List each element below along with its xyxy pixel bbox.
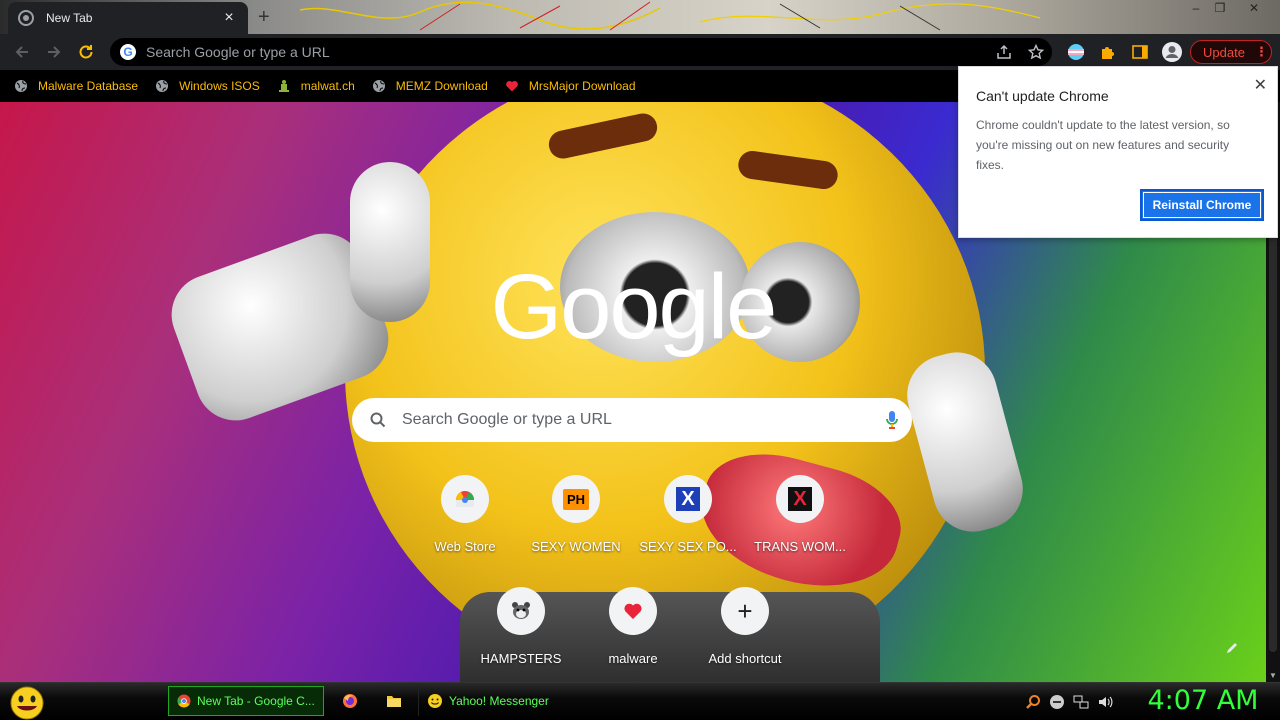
shortcut-label: malware (608, 651, 658, 666)
task-label: Yahoo! Messenger (449, 694, 549, 708)
extensions-puzzle-icon[interactable] (1094, 38, 1122, 66)
customize-pencil-icon[interactable] (1222, 638, 1242, 658)
bookmark-label: MrsMajor Download (528, 79, 636, 93)
minimize-button[interactable]: – (1184, 0, 1208, 16)
more-menu-icon[interactable]: ⋮ (1255, 44, 1268, 60)
shortcut-sexy-sex-po[interactable]: X SEXY SEX PO... (632, 475, 744, 554)
omnibox[interactable]: G Search Google or type a URL (110, 38, 1052, 66)
back-arrow-icon (15, 46, 28, 58)
reload-icon (79, 45, 93, 59)
bookmark-mrsmajor-download[interactable]: MrsMajor Download (505, 79, 636, 93)
ntp-search-box[interactable]: Search Google or type a URL (352, 398, 912, 442)
firefox-icon (343, 694, 357, 708)
task-firefox[interactable] (334, 686, 364, 716)
bubble-close-button[interactable]: ✕ (1254, 75, 1267, 95)
shortcut-web-store[interactable]: Web Store (409, 475, 521, 554)
heart-icon (609, 587, 657, 635)
update-error-bubble: Can't update Chrome ✕ Chrome couldn't up… (958, 66, 1278, 238)
ntp-search-input[interactable]: Search Google or type a URL (402, 411, 872, 429)
ph-icon: PH (552, 475, 600, 523)
webstore-icon (441, 475, 489, 523)
back-button[interactable] (6, 36, 38, 68)
forward-button[interactable] (38, 36, 70, 68)
shortcut-label: Add shortcut (708, 651, 782, 666)
hamster-icon (497, 587, 545, 635)
bookmark-star-icon[interactable] (1020, 38, 1052, 66)
update-label: Update (1203, 44, 1245, 60)
tab-favicon-icon (18, 10, 34, 26)
minus-tray-icon[interactable] (1048, 693, 1066, 711)
task-chrome[interactable]: New Tab - Google C... (168, 686, 324, 716)
shortcut-malware[interactable]: malware (577, 587, 689, 666)
mic-icon (886, 411, 898, 429)
bubble-title: Can't update Chrome (976, 88, 1109, 104)
reinstall-chrome-button[interactable]: Reinstall Chrome (1140, 189, 1264, 221)
x-blue-icon-text: X (676, 487, 700, 511)
update-button[interactable]: Update ⋮ (1190, 40, 1272, 64)
search-tray-icon[interactable] (1024, 693, 1042, 711)
start-button[interactable] (8, 685, 46, 720)
smiley-icon (428, 694, 442, 708)
shortcut-label: Web Store (434, 539, 496, 554)
network-tray-icon[interactable] (1072, 693, 1090, 711)
shortcut-label: TRANS WOM... (754, 539, 846, 554)
tab-close-button[interactable]: × (220, 9, 238, 27)
task-label: New Tab - Google C... (197, 694, 315, 708)
close-window-button[interactable]: ✕ (1242, 0, 1266, 16)
side-panel-icon[interactable] (1126, 38, 1154, 66)
shortcut-add[interactable]: + Add shortcut (689, 587, 801, 666)
ph-icon-text: PH (562, 488, 590, 510)
title-bar: New Tab × + – ❐ ✕ (0, 0, 1280, 34)
bookmark-memz-download[interactable]: MEMZ Download (372, 79, 488, 93)
omnibox-input[interactable]: Search Google or type a URL (146, 44, 988, 60)
globe-icon (155, 79, 169, 93)
plus-icon-glyph: + (737, 596, 753, 626)
taskbar-clock[interactable]: 4:07 AM (1138, 685, 1268, 716)
voice-search-button[interactable] (872, 410, 912, 430)
forward-arrow-icon (48, 46, 61, 58)
bookmark-label: Windows ISOS (179, 79, 260, 93)
globe-icon (14, 79, 28, 93)
bookmark-label: malwat.ch (300, 79, 355, 93)
shortcut-hampsters[interactable]: HAMPSTERS (465, 587, 577, 666)
shortcut-label: HAMPSTERS (480, 651, 562, 666)
figure-icon (277, 79, 291, 93)
x-blue-icon: X (664, 475, 712, 523)
x-red-icon: X (776, 475, 824, 523)
google-g-icon: G (120, 44, 136, 60)
pride-extension-icon[interactable] (1062, 38, 1090, 66)
shortcut-sexy-women[interactable]: PH SEXY WOMEN (520, 475, 632, 554)
plus-icon: + (721, 587, 769, 635)
smiley-start-icon (10, 686, 44, 720)
globe-icon (372, 79, 386, 93)
shortcut-label: SEXY SEX PO... (639, 539, 737, 554)
scroll-down-icon[interactable]: ▼ (1266, 668, 1280, 682)
profile-avatar-icon[interactable] (1158, 38, 1186, 66)
share-icon[interactable] (988, 38, 1020, 66)
bookmark-malware-database[interactable]: Malware Database (14, 79, 138, 93)
chrome-icon (177, 694, 191, 708)
bookmark-windows-isos[interactable]: Windows ISOS (155, 79, 260, 93)
shortcut-trans-wom[interactable]: X TRANS WOM... (744, 475, 856, 554)
taskbar: New Tab - Google C... Yahoo! Messenger 4… (0, 682, 1280, 720)
bookmark-label: Malware Database (38, 79, 139, 93)
tab-new-tab[interactable]: New Tab × (8, 2, 248, 34)
folder-icon (387, 696, 401, 707)
heart-icon (505, 79, 519, 93)
maximize-button[interactable]: ❐ (1208, 0, 1232, 16)
shortcut-label: SEXY WOMEN (531, 539, 621, 554)
reload-button[interactable] (70, 36, 102, 68)
bookmark-malwatch[interactable]: malwat.ch (277, 79, 355, 93)
new-tab-button[interactable]: + (258, 6, 270, 29)
tab-title: New Tab (46, 11, 93, 25)
volume-tray-icon[interactable] (1096, 693, 1114, 711)
task-yahoo-messenger[interactable]: Yahoo! Messenger (418, 686, 574, 716)
bubble-message: Chrome couldn't update to the latest ver… (976, 118, 1230, 172)
google-logo: Google (490, 256, 778, 358)
x-red-icon-text: X (788, 487, 812, 511)
bookmark-label: MEMZ Download (395, 79, 488, 93)
task-folder[interactable] (378, 686, 408, 716)
search-icon (370, 412, 386, 428)
